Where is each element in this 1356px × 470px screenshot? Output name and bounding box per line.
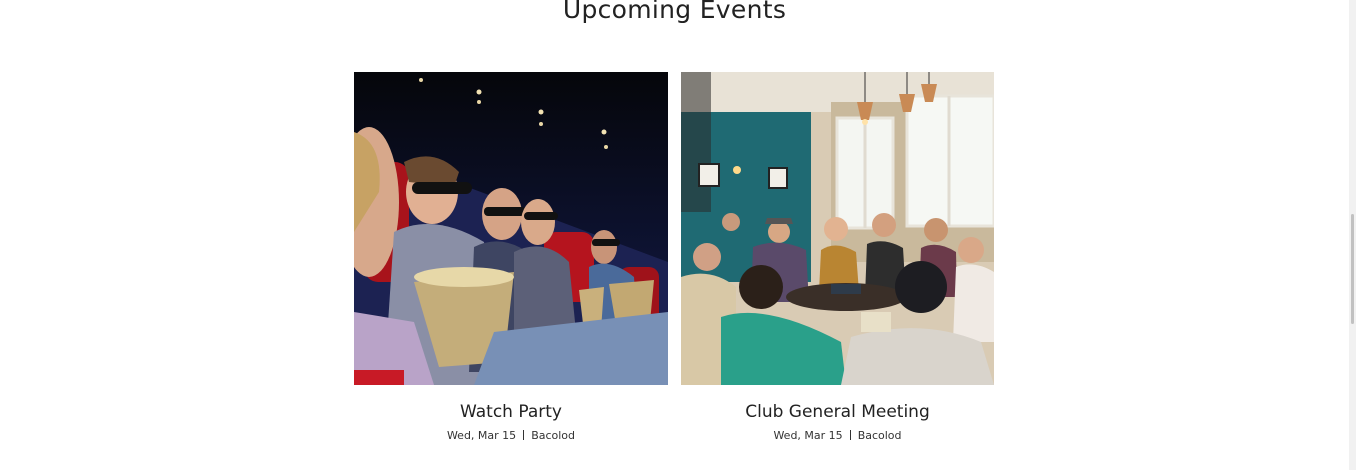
event-image-group-meeting[interactable] <box>681 72 994 385</box>
meta-divider <box>849 430 851 440</box>
section-title: Upcoming Events <box>562 0 787 24</box>
scrollbar-thumb[interactable] <box>1351 214 1354 324</box>
event-title[interactable]: Club General Meeting <box>681 401 994 423</box>
page-scrollbar[interactable] <box>1349 0 1356 470</box>
event-location: Bacolod <box>531 429 576 442</box>
event-date: Wed, Mar 15 <box>773 429 843 442</box>
events-page: Upcoming Events Watch Party Wed, Mar 15 … <box>0 0 1356 470</box>
event-card[interactable]: Watch Party Wed, Mar 15 Bacolod <box>354 72 668 443</box>
meta-divider <box>523 430 525 440</box>
event-image-movie-theater[interactable] <box>354 72 668 385</box>
event-location: Bacolod <box>857 429 902 442</box>
event-date: Wed, Mar 15 <box>446 429 517 442</box>
event-card[interactable]: Club General Meeting Wed, Mar 15 Bacolod <box>681 72 994 443</box>
event-meta: Wed, Mar 15 Bacolod <box>354 429 668 443</box>
event-meta: Wed, Mar 15 Bacolod <box>681 429 994 443</box>
event-title[interactable]: Watch Party <box>354 401 668 423</box>
